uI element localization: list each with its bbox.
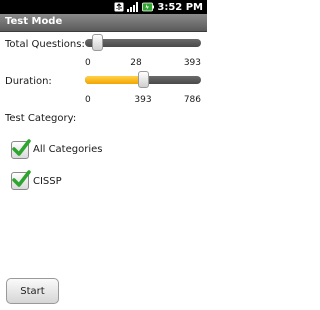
- status-time: 3:52 PM: [157, 1, 203, 13]
- all-categories-label[interactable]: All Categories: [33, 144, 102, 155]
- total-questions-min: 0: [85, 58, 91, 68]
- slider-thumb[interactable]: [138, 71, 149, 88]
- slider-fill: [85, 76, 144, 84]
- duration-max: 786: [183, 95, 201, 105]
- title-bar: Test Mode: [0, 14, 207, 32]
- checkmark-icon: [12, 139, 31, 156]
- duration-min: 0: [85, 95, 91, 105]
- total-questions-slider[interactable]: [85, 34, 201, 51]
- signal-icon: [127, 2, 139, 12]
- test-category-label: Test Category:: [5, 113, 77, 124]
- usb-icon: [114, 2, 124, 12]
- checkmark-icon: [12, 170, 31, 187]
- cissp-label[interactable]: CISSP: [33, 176, 62, 187]
- total-questions-current: 28: [130, 58, 142, 68]
- slider-thumb[interactable]: [92, 34, 103, 51]
- total-questions-label: Total Questions:: [5, 39, 85, 50]
- duration-current: 393: [134, 95, 152, 105]
- total-questions-max: 393: [183, 58, 201, 68]
- duration-slider[interactable]: [85, 71, 201, 88]
- duration-label: Duration:: [5, 76, 52, 87]
- page-title: Test Mode: [5, 16, 63, 27]
- cissp-checkbox[interactable]: [11, 170, 31, 190]
- status-bar: 3:52 PM: [0, 0, 207, 14]
- status-icons: 3:52 PM: [114, 1, 203, 13]
- all-categories-checkbox[interactable]: [11, 139, 31, 159]
- battery-icon: [142, 2, 155, 12]
- start-button[interactable]: Start: [6, 278, 59, 304]
